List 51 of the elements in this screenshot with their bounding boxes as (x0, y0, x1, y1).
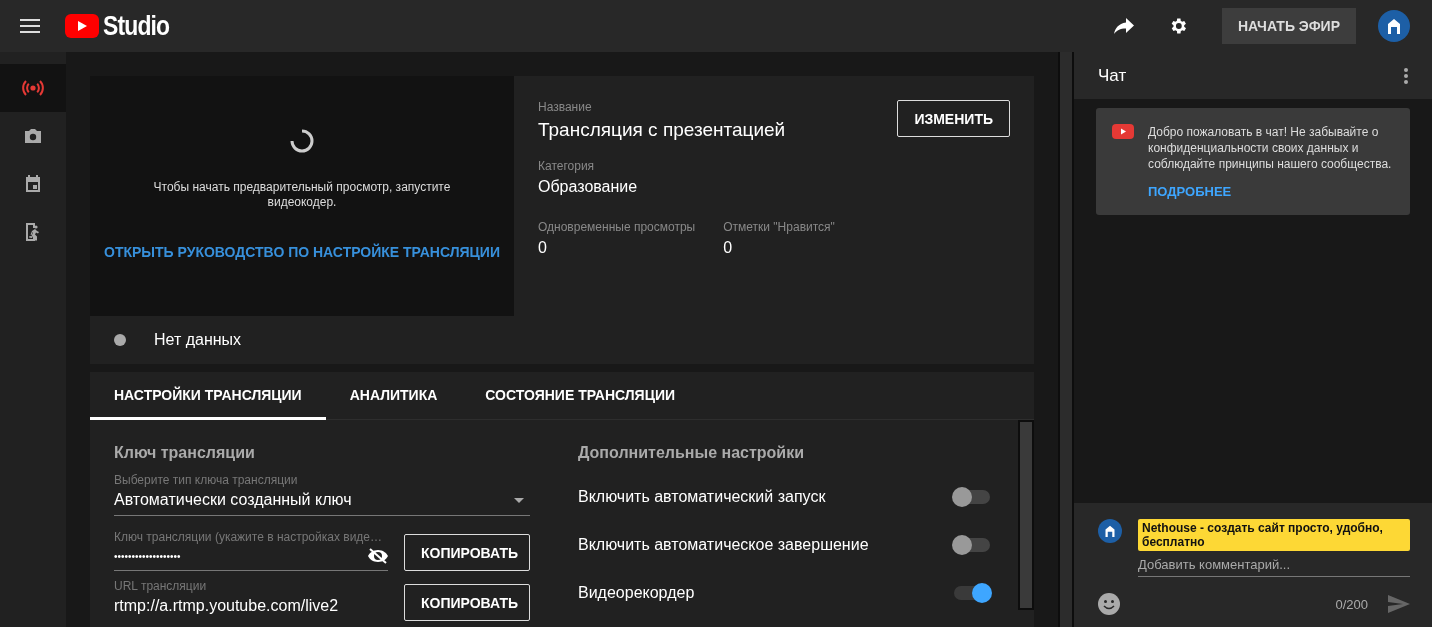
caret-icon (514, 497, 524, 503)
toggle-switch[interactable] (954, 490, 990, 504)
copy-button[interactable]: КОПИРОВАТЬ (404, 584, 530, 621)
setup-guide-link[interactable]: ОТКРЫТЬ РУКОВОДСТВО ПО НАСТРОЙКЕ ТРАНСЛЯЦИИ (104, 244, 500, 260)
share-arrow-icon[interactable] (1113, 18, 1134, 34)
stat-label: Одновременные просмотры (538, 220, 696, 234)
category-label: Категория (538, 159, 596, 173)
tab[interactable]: АНАЛИТИКА (325, 372, 462, 420)
avatar-icon[interactable] (1378, 10, 1410, 42)
title-label: Название (538, 100, 593, 114)
stream-url-field[interactable]: URL трансляции rtmp://a.rtmp.youtube.com/live2 (114, 579, 388, 621)
tab[interactable]: СОСТОЯНИЕ ТРАНСЛЯЦИИ (461, 372, 699, 420)
eye-off-icon[interactable] (368, 548, 388, 564)
logo-text[interactable]: Studio (103, 10, 170, 42)
edit-button[interactable]: ИЗМЕНИТЬ (897, 100, 1010, 137)
status-dot-icon (114, 334, 126, 346)
toggle-switch[interactable] (954, 538, 990, 552)
chat-title: Чат (1098, 65, 1127, 86)
stat-value: 0 (723, 239, 734, 257)
tab[interactable]: НАСТРОЙКИ ТРАНСЛЯЦИИ (90, 372, 326, 420)
play-logo-icon[interactable] (65, 14, 99, 38)
welcome-message: Добро пожаловать в чат! Не забывайте о конфиденциальности своих данных и соблюдайте принципы нашего сообщества. (1148, 124, 1393, 172)
status-text: Нет данных (154, 331, 242, 349)
rail-item[interactable] (0, 64, 66, 112)
scrollbar[interactable] (1058, 52, 1074, 627)
section-heading: Дополнительные настройки (578, 444, 805, 462)
setting-label: Включить автоматическое завершение (578, 536, 869, 554)
section-heading: Ключ трансляции (114, 444, 256, 462)
start-stream-button[interactable]: НАЧАТЬ ЭФИР (1221, 8, 1356, 44)
menu-icon[interactable] (20, 19, 40, 33)
comment-input[interactable]: Добавить комментарий... (1138, 551, 1410, 577)
stat-label: Отметки "Нравится" (723, 220, 835, 234)
avatar-icon (1098, 519, 1122, 543)
scrollbar[interactable] (1018, 420, 1034, 610)
key-type-select[interactable]: Выберите тип ключа трансляции Автоматически созданный ключ (114, 473, 530, 516)
category-value: Образование (538, 178, 639, 196)
stat-value: 0 (538, 239, 548, 257)
setting-label: Включить автоматический запуск (578, 488, 826, 506)
character-counter: 0/200 (1335, 596, 1368, 612)
toggle-switch[interactable] (954, 586, 990, 600)
preview-message: Чтобы начать предварительный просмотр, запустите видеокодер. (152, 180, 452, 210)
stream-title: Трансляция с презентацией (538, 119, 786, 141)
author-name-chip: Nethouse - создать сайт просто, удобно, бесплатно (1138, 519, 1410, 551)
emoji-icon[interactable] (1098, 593, 1120, 615)
more-options-icon[interactable] (1404, 67, 1408, 84)
learn-more-link[interactable]: ПОДРОБНЕЕ (1148, 184, 1394, 199)
setting-label: Видеорекордер (578, 584, 695, 602)
play-logo-icon (1112, 124, 1134, 139)
copy-button[interactable]: КОПИРОВАТЬ (404, 534, 530, 571)
stream-key-field[interactable]: Ключ трансляции (укажите в настройках виде… ••••••••••••••••••• (114, 530, 388, 571)
send-icon[interactable] (1388, 595, 1410, 613)
